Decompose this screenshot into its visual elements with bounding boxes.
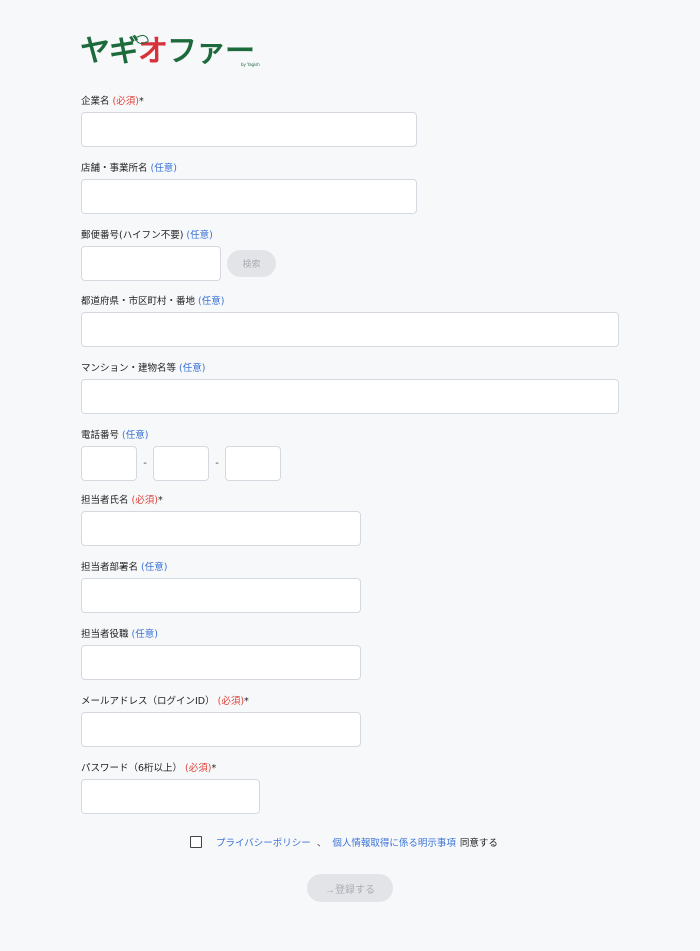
postal-label: 郵便番号(ハイフン不要) (任意): [81, 230, 213, 241]
email-label: メールアドレス（ログインID） (必須)*: [81, 696, 249, 707]
position-label: 担当者役職 (任意): [81, 629, 158, 640]
postal-field: 郵便番号(ハイフン不要) (任意) 検索: [81, 229, 276, 281]
postal-input[interactable]: [81, 246, 221, 281]
consent-checkbox[interactable]: [190, 836, 202, 848]
company-input[interactable]: [81, 112, 417, 147]
contact-name-label: 担当者氏名 (必須)*: [81, 495, 163, 506]
phone-input-2[interactable]: [153, 446, 209, 481]
disclosure-link[interactable]: 個人情報取得に係る明示事項: [332, 835, 456, 849]
postal-search-button[interactable]: 検索: [227, 250, 276, 277]
postal-row: 検索: [81, 246, 276, 281]
contact-name-field: 担当者氏名 (必須)*: [81, 494, 361, 546]
privacy-policy-link[interactable]: プライバシーポリシー: [216, 835, 311, 849]
email-field: メールアドレス（ログインID） (必須)*: [81, 695, 361, 747]
address-field: 都道府県・市区町村・番地 (任意): [81, 295, 619, 347]
phone-field: 電話番号 (任意) - -: [81, 429, 281, 481]
submit-button[interactable]: →登録する: [307, 874, 393, 902]
logo: ヤギオファー by Yagish: [80, 33, 262, 74]
required-tag: (必須): [217, 696, 245, 707]
agree-text: 同意する: [459, 838, 498, 849]
contact-name-input[interactable]: [81, 511, 361, 546]
position-input[interactable]: [81, 645, 361, 680]
phone-input-3[interactable]: [225, 446, 281, 481]
required-star: *: [138, 96, 144, 107]
department-field: 担当者部署名 (任意): [81, 561, 361, 613]
address-label: 都道府県・市区町村・番地 (任意): [81, 296, 225, 307]
optional-tag: (任意): [179, 363, 206, 374]
optional-tag: (任意): [186, 230, 213, 241]
consent-row: プライバシーポリシー 、 個人情報取得に係る明示事項 同意する: [190, 835, 498, 849]
email-input[interactable]: [81, 712, 361, 747]
department-label: 担当者部署名 (任意): [81, 562, 168, 573]
consent-separator: 、: [316, 838, 327, 849]
password-field: パスワード（6桁以上） (必須)*: [81, 762, 260, 814]
address-input[interactable]: [81, 312, 619, 347]
required-star: *: [157, 495, 163, 506]
optional-tag: (任意): [198, 296, 225, 307]
building-field: マンション・建物名等 (任意): [81, 362, 619, 414]
company-field: 企業名 (必須)*: [81, 95, 417, 147]
optional-tag: (任意): [150, 163, 177, 174]
logo-text: ヤギオファー: [80, 34, 255, 70]
phone-input-1[interactable]: [81, 446, 137, 481]
required-tag: (必須): [131, 495, 158, 506]
position-field: 担当者役職 (任意): [81, 628, 361, 680]
password-label: パスワード（6桁以上） (必須)*: [81, 763, 217, 774]
optional-tag: (任意): [141, 562, 168, 573]
store-label: 店舗・事業所名 (任意): [81, 163, 177, 174]
company-label: 企業名 (必須)*: [81, 96, 144, 107]
logo-part-yagi: ヤギ: [80, 34, 139, 69]
required-tag: (必須): [112, 96, 139, 107]
required-star: *: [244, 696, 249, 707]
phone-dash: -: [215, 458, 219, 469]
phone-dash: -: [143, 458, 147, 469]
phone-row: - -: [81, 446, 281, 481]
required-tag: (必須): [185, 763, 212, 774]
optional-tag: (任意): [122, 430, 149, 441]
store-input[interactable]: [81, 179, 417, 214]
building-input[interactable]: [81, 379, 619, 414]
registration-page: ヤギオファー by Yagish 企業名 (必須)* 店舗・事業所名 (任意) 郵便…: [0, 0, 700, 951]
store-field: 店舗・事業所名 (任意): [81, 162, 417, 214]
required-star: *: [211, 763, 217, 774]
building-label: マンション・建物名等 (任意): [81, 363, 206, 374]
optional-tag: (任意): [131, 629, 158, 640]
phone-label: 電話番号 (任意): [81, 430, 149, 441]
department-input[interactable]: [81, 578, 361, 613]
logo-subtext: by Yagish: [241, 62, 260, 67]
password-input[interactable]: [81, 779, 260, 814]
